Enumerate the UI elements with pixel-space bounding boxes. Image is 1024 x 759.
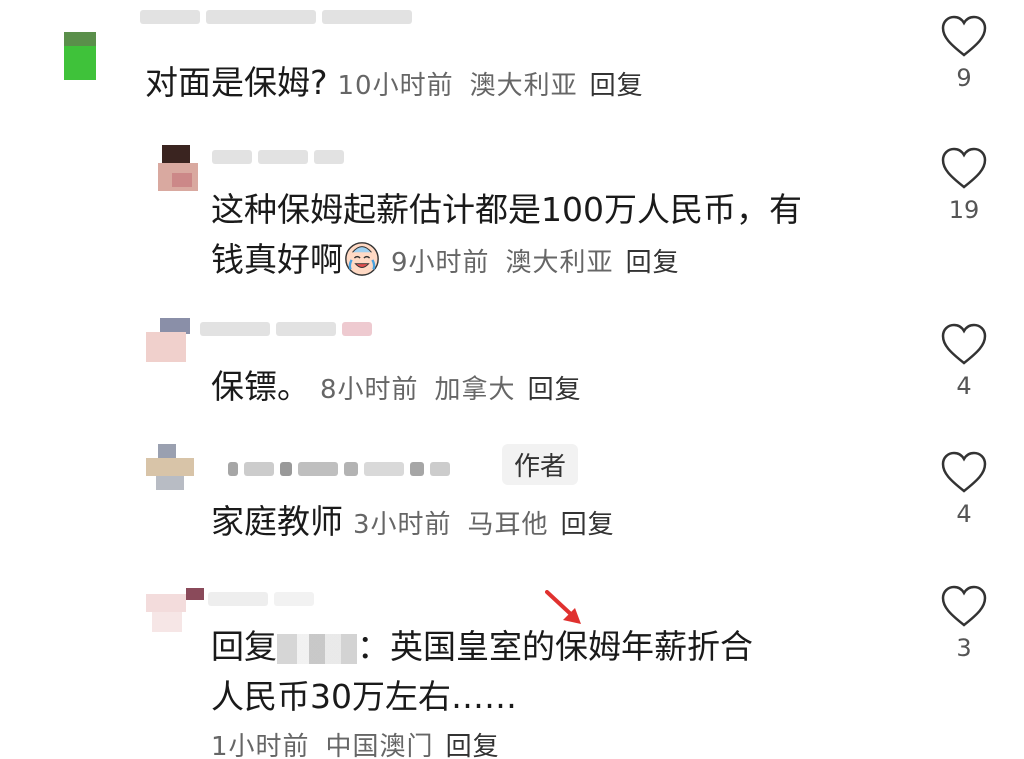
comment-time: 10小时前 (337, 71, 454, 101)
comment-location: 加拿大 (434, 375, 516, 405)
comment-text-line2: 钱真好啊 9小时前 澳大利亚 回复 (211, 240, 680, 279)
like-button[interactable]: 4 (938, 450, 990, 528)
comment-text: 回复 ：英国皇室的保姆年薪折合 (211, 627, 753, 666)
avatar[interactable] (64, 32, 96, 80)
blurred-username (228, 458, 450, 480)
like-button[interactable]: 3 (938, 584, 990, 662)
red-arrow-icon (545, 590, 581, 624)
avatar[interactable] (146, 588, 204, 634)
like-button[interactable]: 4 (938, 322, 990, 400)
comment-location: 澳大利亚 (469, 71, 578, 101)
heart-outline-icon (941, 585, 987, 627)
like-count: 4 (956, 500, 972, 528)
heart-outline-icon (941, 147, 987, 189)
comment-text: 家庭教师 3小时前 马耳他 回复 (211, 502, 615, 541)
like-count: 4 (956, 372, 972, 400)
reply-button[interactable]: 回复 (626, 248, 680, 278)
like-button[interactable]: 19 (938, 146, 990, 224)
comment-text: 对面是保姆? 10小时前 澳大利亚 回复 (145, 63, 644, 102)
reply-button[interactable]: 回复 (528, 375, 582, 405)
comment-location: 澳大利亚 (505, 248, 614, 278)
avatar[interactable] (146, 318, 192, 364)
comment-time: 3小时前 (353, 510, 452, 540)
crying-laughing-emoji-icon (345, 242, 379, 276)
comment-location: 中国澳门 (325, 732, 434, 759)
blurred-username (212, 146, 344, 168)
blurred-username (140, 6, 412, 28)
comment-time: 1小时前 (211, 732, 310, 759)
heart-outline-icon (941, 323, 987, 365)
author-badge: 作者 (502, 444, 579, 485)
like-count: 9 (956, 64, 972, 92)
blurred-username (208, 588, 314, 610)
reply-button[interactable]: 回复 (446, 732, 500, 759)
blurred-mention (277, 633, 357, 664)
avatar[interactable] (146, 444, 198, 490)
comment-time: 8小时前 (320, 375, 419, 405)
like-button[interactable]: 9 (938, 14, 990, 92)
like-count: 19 (948, 196, 980, 224)
reply-button[interactable]: 回复 (561, 510, 615, 540)
comment-text-line2: 人民币30万左右…… (211, 677, 517, 716)
comment-time: 9小时前 (391, 248, 490, 278)
comment-text: 这种保姆起薪估计都是100万人民币，有 (211, 190, 802, 229)
comment-text: 保镖。 8小时前 加拿大 回复 (211, 367, 582, 406)
heart-outline-icon (941, 15, 987, 57)
comment-location: 马耳他 (467, 510, 549, 540)
comment-meta: 1小时前 中国澳门 回复 (211, 726, 500, 759)
avatar[interactable] (158, 145, 206, 191)
blurred-username (200, 318, 372, 340)
reply-button[interactable]: 回复 (590, 71, 644, 101)
heart-outline-icon (941, 451, 987, 493)
like-count: 3 (956, 634, 972, 662)
